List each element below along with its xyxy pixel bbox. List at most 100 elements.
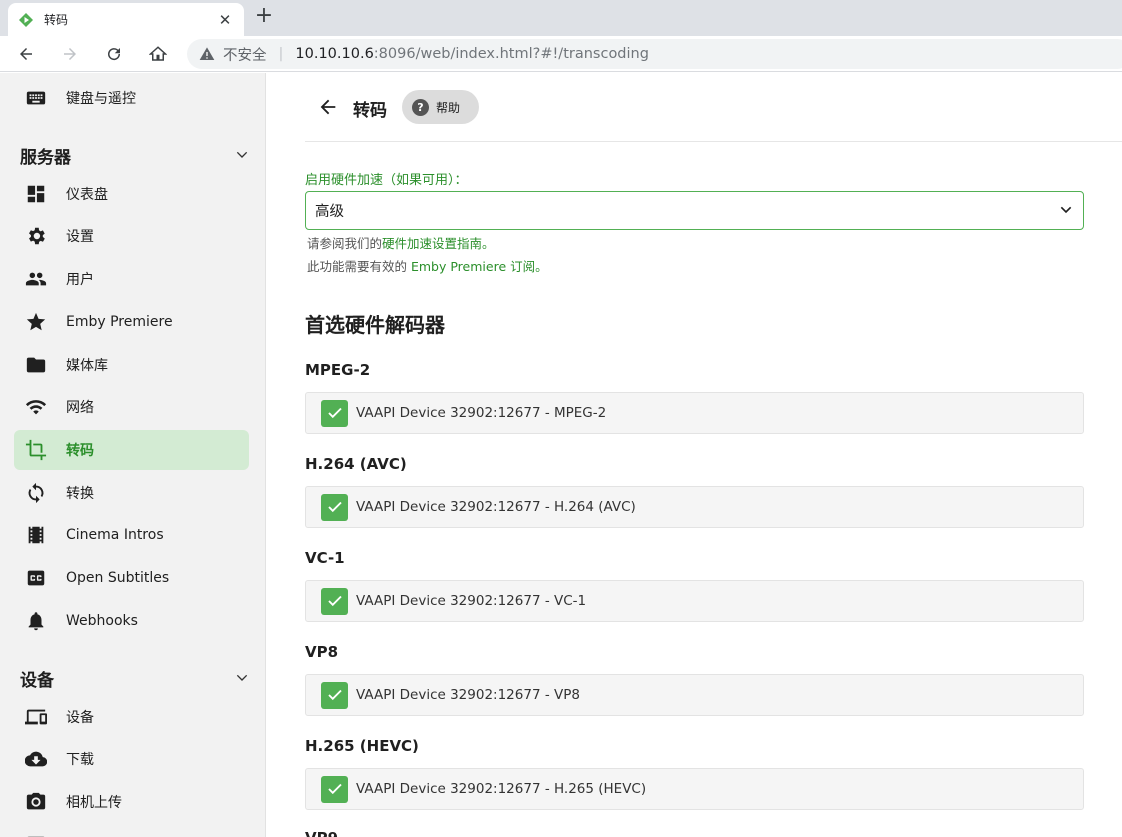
server-section-header[interactable]: 服务器 [20, 140, 250, 170]
page-header: 转码 ? 帮助 [305, 73, 1122, 142]
codec-title: VP8 [305, 643, 338, 661]
folder-icon [24, 353, 48, 377]
sidebar-item-label: 媒体库 [66, 355, 108, 375]
codec-title: MPEG-2 [305, 361, 370, 379]
codec-device-label: VAAPI Device 32902:12677 - MPEG-2 [356, 405, 606, 421]
film-icon [24, 523, 48, 547]
sidebar: 键盘与遥控 服务器 仪表盘 设置 用户 Emby Premiere 媒体 [0, 73, 266, 837]
browser-tabbar: 转码 ✕ + [0, 0, 1122, 36]
gear-icon [24, 224, 48, 248]
bell-icon [24, 609, 48, 633]
codec-device-label: VAAPI Device 32902:12677 - H.265 (HEVC) [356, 781, 646, 797]
sidebar-item-label: 网络 [66, 397, 94, 417]
browser-tab[interactable]: 转码 ✕ [8, 3, 244, 36]
check-icon [326, 686, 344, 704]
check-icon [326, 592, 344, 610]
browser-toolbar: 不安全 | 10.10.10.6 :8096/web/index.html?#!… [0, 36, 1122, 72]
devices-icon [24, 705, 48, 729]
sidebar-item-library[interactable]: 媒体库 [14, 345, 249, 385]
new-tab-icon[interactable]: + [253, 6, 275, 28]
hw-accel-guide-text: 请参阅我们的硬件加速设置指南。 [307, 233, 495, 252]
forward-arrow-icon[interactable] [58, 42, 82, 66]
sidebar-item-label: 相机上传 [66, 792, 122, 812]
premiere-subscription-link[interactable]: Emby Premiere 订阅。 [411, 259, 548, 274]
cc-icon [24, 566, 48, 590]
check-icon [326, 498, 344, 516]
sidebar-item-label: Emby Premiere [66, 314, 173, 330]
sidebar-item-transcoding[interactable]: 转码 [14, 430, 249, 470]
tab-close-icon[interactable]: ✕ [216, 11, 234, 29]
checkbox-checked[interactable] [321, 776, 348, 803]
sidebar-item-label: 键盘与遥控 [66, 88, 136, 108]
crop-icon [24, 438, 48, 462]
desc-text: 此功能需要有效的 [307, 259, 411, 274]
keyboard-icon [24, 86, 48, 110]
section-title: 设备 [20, 666, 54, 691]
reload-icon[interactable] [102, 42, 126, 66]
help-button[interactable]: ? 帮助 [402, 90, 479, 124]
sidebar-item-downloads[interactable]: 下载 [14, 739, 249, 779]
hw-accel-select[interactable]: 高级 [305, 191, 1084, 230]
star-icon [24, 310, 48, 334]
codec-device-label: VAAPI Device 32902:12677 - VC-1 [356, 593, 586, 609]
codec-device-label: VAAPI Device 32902:12677 - VP8 [356, 687, 580, 703]
camera-icon [24, 790, 48, 814]
question-icon: ? [412, 99, 429, 116]
codec-checkbox-row[interactable]: VAAPI Device 32902:12677 - VP8 [305, 674, 1084, 716]
sidebar-item-label: 转码 [66, 440, 94, 460]
monitor-icon [24, 833, 48, 837]
wifi-icon [24, 395, 48, 419]
back-arrow-icon[interactable] [317, 96, 341, 120]
not-secure-label[interactable]: 不安全 [223, 44, 267, 65]
checkbox-checked[interactable] [321, 400, 348, 427]
premiere-required-text: 此功能需要有效的 Emby Premiere 订阅。 [307, 256, 548, 275]
hw-accel-value: 高级 [315, 200, 344, 221]
hw-accel-label: 启用硬件加速（如果可用）： [305, 169, 468, 188]
sidebar-item-devices[interactable]: 设备 [14, 697, 249, 737]
sidebar-item-label: 设置 [66, 226, 94, 246]
omnibox-divider: | [279, 46, 284, 62]
sidebar-item-label: 仪表盘 [66, 184, 108, 204]
sidebar-item-keyboard[interactable]: 键盘与遥控 [14, 78, 249, 118]
codec-checkbox-row[interactable]: VAAPI Device 32902:12677 - H.265 (HEVC) [305, 768, 1084, 810]
emby-favicon-icon [18, 12, 34, 28]
sidebar-item-camera-upload[interactable]: 相机上传 [14, 782, 249, 822]
devices-section-header[interactable]: 设备 [20, 663, 250, 693]
sidebar-item-conversion[interactable]: 转换 [14, 473, 249, 513]
sidebar-item-network[interactable]: 网络 [14, 387, 249, 427]
checkbox-checked[interactable] [321, 494, 348, 521]
hw-accel-guide-link[interactable]: 硬件加速设置指南。 [382, 236, 495, 251]
sidebar-item-emby-premiere[interactable]: Emby Premiere [14, 302, 249, 342]
address-bar[interactable]: 不安全 | 10.10.10.6 :8096/web/index.html?#!… [187, 39, 1122, 69]
sidebar-item-cinema-intros[interactable]: Cinema Intros [14, 515, 249, 555]
sidebar-item-label: 下载 [66, 749, 94, 769]
warning-icon[interactable] [199, 46, 215, 62]
codec-checkbox-row[interactable]: VAAPI Device 32902:12677 - MPEG-2 [305, 392, 1084, 434]
decoders-heading: 首选硬件解码器 [305, 309, 445, 338]
codec-title: H.265 (HEVC) [305, 737, 419, 755]
checkbox-checked[interactable] [321, 588, 348, 615]
sidebar-item-users[interactable]: 用户 [14, 259, 249, 299]
sidebar-item-label: Open Subtitles [66, 570, 169, 586]
codec-title: VC-1 [305, 549, 345, 567]
home-icon[interactable] [146, 42, 170, 66]
sidebar-item-settings[interactable]: 设置 [14, 216, 249, 256]
sidebar-item-webhooks[interactable]: Webhooks [14, 601, 249, 641]
sidebar-item-open-subtitles[interactable]: Open Subtitles [14, 558, 249, 598]
codec-title: H.264 (AVC) [305, 455, 407, 473]
sidebar-item-label: 用户 [66, 269, 94, 289]
check-icon [326, 404, 344, 422]
sidebar-item-label: 设备 [66, 707, 94, 727]
checkbox-checked[interactable] [321, 682, 348, 709]
sidebar-item-more[interactable] [14, 825, 249, 837]
url-path: :8096/web/index.html?#!/transcoding [374, 46, 649, 62]
sidebar-item-label: 转换 [66, 483, 94, 503]
help-label: 帮助 [436, 99, 460, 116]
codec-checkbox-row[interactable]: VAAPI Device 32902:12677 - H.264 (AVC) [305, 486, 1084, 528]
page-title: 转码 [353, 96, 387, 121]
tab-title: 转码 [44, 11, 216, 28]
codec-checkbox-row[interactable]: VAAPI Device 32902:12677 - VC-1 [305, 580, 1084, 622]
back-arrow-icon[interactable] [14, 42, 38, 66]
users-icon [24, 267, 48, 291]
sidebar-item-dashboard[interactable]: 仪表盘 [14, 174, 249, 214]
